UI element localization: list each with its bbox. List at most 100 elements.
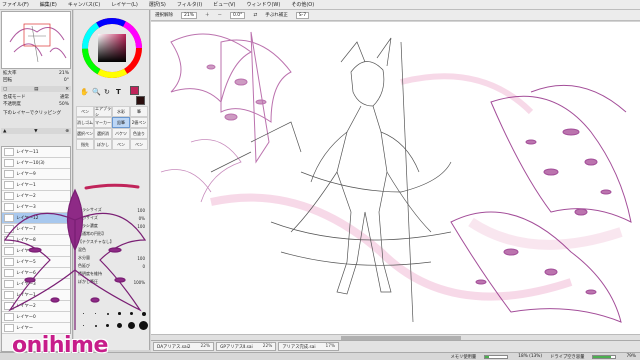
brush-size-dot[interactable] xyxy=(114,320,125,331)
brush-tool[interactable]: ペン xyxy=(130,139,148,150)
brush-tool[interactable]: マーカー xyxy=(94,117,112,128)
brush-size-dot[interactable] xyxy=(90,308,101,319)
brush-setting-row[interactable]: 透明度を維持 xyxy=(76,270,148,278)
brush-tool[interactable]: 選択消 xyxy=(94,128,112,139)
brush-size-dot[interactable] xyxy=(78,320,89,331)
brush-tool[interactable]: 水彩 xyxy=(112,106,130,117)
layer-row[interactable]: レイヤー3 xyxy=(2,202,70,213)
brush-size-dot[interactable] xyxy=(138,308,149,319)
new-layer-icon[interactable]: ▢ xyxy=(3,87,7,92)
rotate-field[interactable]: 0.0° xyxy=(230,11,246,19)
menu-window[interactable]: ウィンドウ(W) xyxy=(246,1,280,8)
brush-setting-label: 最小サイズ xyxy=(78,215,98,220)
brush-setting-row[interactable]: 色延び 0 xyxy=(76,262,148,270)
brush-tool[interactable]: 色塗り xyxy=(130,128,148,139)
brush-setting-value: 100 xyxy=(137,255,145,261)
brush-size-dot[interactable] xyxy=(78,308,89,319)
flip-icon[interactable]: ⇄ xyxy=(253,13,257,18)
brush-setting-row[interactable]: ブラシサイズ 100 xyxy=(76,206,148,214)
brush-size-dot[interactable] xyxy=(102,308,113,319)
main-color-swatch[interactable] xyxy=(130,86,139,95)
brush-size-dot[interactable] xyxy=(114,308,125,319)
file-tab[interactable]: アリアス完成.sai 17% xyxy=(278,342,340,351)
zoom-field[interactable]: 21% xyxy=(181,11,198,19)
brush-tool[interactable]: 選択ペン xyxy=(76,128,94,139)
file-tab[interactable]: DAアリアス.sai2 22% xyxy=(153,342,215,351)
brush-size-dot[interactable] xyxy=(102,320,113,331)
hand-icon[interactable]: ✋ xyxy=(80,88,89,96)
zoom-in-icon[interactable]: ＋ xyxy=(205,12,210,18)
color-wheel[interactable] xyxy=(82,18,142,78)
navigator-preview[interactable] xyxy=(1,11,71,69)
sub-color-swatch[interactable] xyxy=(136,96,145,105)
rotate-icon[interactable]: ↻ xyxy=(104,88,110,96)
layer-row[interactable]: レイヤー1 xyxy=(2,180,70,191)
layer-row[interactable]: レイヤー8 xyxy=(2,235,70,246)
brush-setting-row[interactable]: 最小サイズ 0% xyxy=(76,214,148,222)
trash-icon[interactable]: ✕ xyxy=(65,87,69,92)
layer-row[interactable]: レイヤー11 xyxy=(2,147,70,158)
drawing-canvas[interactable] xyxy=(151,22,640,340)
layer-up-icon[interactable]: ▲ xyxy=(3,129,6,134)
menu-bar: ファイル(F) 編集(E) キャンバス(C) レイヤー(L) 選択(S) フィル… xyxy=(0,0,640,10)
layer-row[interactable]: レイヤー1 xyxy=(2,290,70,301)
file-tab[interactable]: GPアリアスⅡ.sai 22% xyxy=(216,342,277,351)
zoom-out-icon[interactable]: － xyxy=(218,12,223,18)
zoom-row[interactable]: 拡大率 21% xyxy=(1,70,71,77)
layer-row[interactable]: レイヤー4 xyxy=(2,246,70,257)
layer-row[interactable]: レイヤー10(3) xyxy=(2,158,70,169)
select-source-button[interactable]: 選択解除 xyxy=(155,12,173,18)
zoom-icon[interactable]: 🔍 xyxy=(92,88,101,96)
menu-view[interactable]: ビュー(V) xyxy=(213,1,235,8)
menu-other[interactable]: その他(O) xyxy=(291,1,314,8)
brush-size-dot[interactable] xyxy=(126,320,137,331)
brush-setting-row[interactable]: 【テクスチャなし】 xyxy=(76,238,148,246)
brush-setting-row[interactable]: 【通常の円形】 xyxy=(76,230,148,238)
rotate-row[interactable]: 回転 0° xyxy=(1,77,71,84)
brush-tool[interactable]: ペン xyxy=(112,139,130,150)
menu-canvas[interactable]: キャンバス(C) xyxy=(68,1,100,8)
brush-tool[interactable]: バケツ xyxy=(112,128,130,139)
layer-row[interactable]: レイヤー0 xyxy=(2,312,70,323)
layer-row[interactable]: レイヤー2 xyxy=(2,301,70,312)
layer-row[interactable]: レイヤー3 xyxy=(2,279,70,290)
layer-down-icon[interactable]: ▼ xyxy=(34,129,37,134)
layer-row[interactable]: レイヤー5 xyxy=(2,257,70,268)
merge-icon[interactable]: ⊕ xyxy=(65,129,69,134)
layer-row[interactable]: レイヤー6 xyxy=(2,268,70,279)
brush-size-dot[interactable] xyxy=(138,320,149,331)
layer-row[interactable]: レイヤー12 xyxy=(2,213,70,224)
brush-setting-row[interactable]: 水分量 100 xyxy=(76,254,148,262)
layer-row[interactable]: レイヤー9 xyxy=(2,169,70,180)
clipping-row[interactable]: 下のレイヤーでクリッピング xyxy=(1,110,71,116)
brush-tool[interactable]: 指先 xyxy=(76,139,94,150)
opacity-row[interactable]: 不透明度 50% xyxy=(1,101,71,108)
menu-layer[interactable]: レイヤー(L) xyxy=(111,1,138,8)
brush-tool[interactable]: 消しゴム xyxy=(76,117,94,128)
brush-tool[interactable]: エアブラシ xyxy=(94,106,112,117)
brush-tool[interactable]: 鉛筆 xyxy=(112,117,130,128)
brush-size-dot[interactable] xyxy=(90,320,101,331)
brush-tool[interactable]: 2値ペン xyxy=(130,117,148,128)
layer-row[interactable]: レイヤー7 xyxy=(2,224,70,235)
menu-filter[interactable]: フィルタ(I) xyxy=(177,1,202,8)
brush-setting-row[interactable]: ぼかし筆圧 100% xyxy=(76,278,148,286)
menu-select[interactable]: 選択(S) xyxy=(149,1,166,8)
brush-tool[interactable]: 筆 xyxy=(130,106,148,117)
layer-row[interactable]: レイヤー2 xyxy=(2,191,70,202)
brush-setting-row[interactable]: 混色 xyxy=(76,246,148,254)
brush-setting-row[interactable]: ブラシ濃度 100 xyxy=(76,222,148,230)
brush-size-presets xyxy=(78,308,149,331)
brush-tool[interactable]: ぼかし xyxy=(94,139,112,150)
brush-size-dot[interactable] xyxy=(126,308,137,319)
text-icon[interactable]: T xyxy=(116,88,121,96)
layer-name: レイヤー3 xyxy=(16,282,36,287)
menu-edit[interactable]: 編集(E) xyxy=(40,1,57,8)
stabilizer-field[interactable]: S-7 xyxy=(295,11,310,19)
blend-row[interactable]: 合成モード 通常 xyxy=(1,94,71,100)
layer-name: レイヤー0 xyxy=(16,315,36,320)
brush-tool[interactable]: ペン xyxy=(76,106,94,117)
layer-thumbnail xyxy=(4,302,14,310)
menu-file[interactable]: ファイル(F) xyxy=(2,1,29,8)
folder-icon[interactable]: ▤ xyxy=(34,87,38,92)
